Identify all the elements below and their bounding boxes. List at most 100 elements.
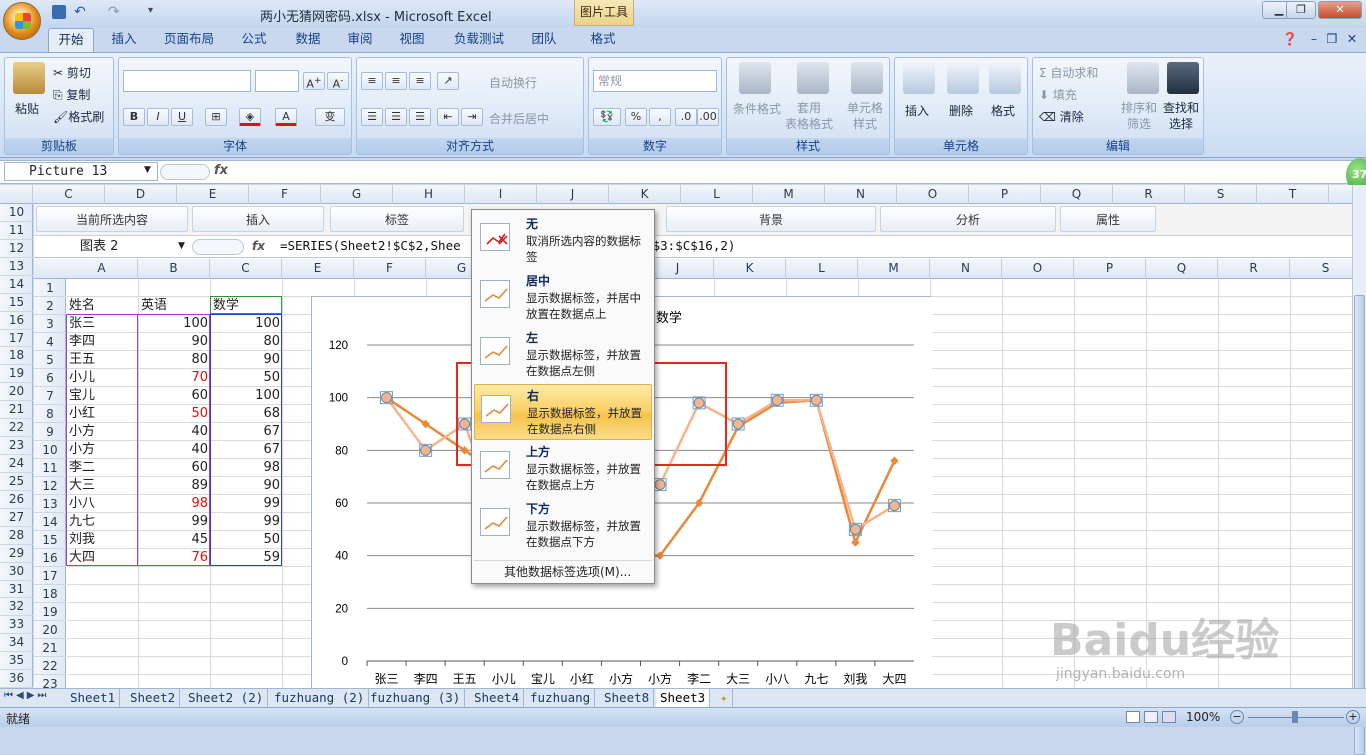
sheet-tab[interactable]: Sheet2 (126, 689, 181, 707)
row-header[interactable]: 27 (0, 509, 33, 527)
row-header[interactable]: 13 (0, 258, 33, 276)
inner-row-header[interactable]: 21 (34, 639, 66, 657)
border-icon[interactable]: ⊞ (205, 108, 227, 126)
column-header[interactable]: K (609, 185, 681, 204)
insert-sheet-icon[interactable]: ✦ (716, 689, 733, 707)
inner-row-header[interactable]: 22 (34, 657, 66, 675)
decrease-indent-icon[interactable]: ⇤ (437, 108, 459, 126)
row-header[interactable]: 16 (0, 312, 33, 330)
inner-column-header[interactable]: B (138, 259, 210, 279)
current-selection-group[interactable]: 当前所选内容 (36, 206, 188, 232)
grow-font-icon[interactable]: A+ (303, 72, 325, 91)
column-header[interactable]: O (897, 185, 969, 204)
inner-row-header[interactable]: 2 (34, 297, 66, 315)
sheet-tab[interactable]: fuzhuang (2) (270, 689, 370, 707)
column-header[interactable]: Q (1041, 185, 1113, 204)
column-header[interactable]: J (537, 185, 609, 204)
row-header[interactable]: 15 (0, 294, 33, 312)
sheet-tab[interactable]: Sheet1 (66, 689, 121, 707)
row-header[interactable]: 34 (0, 634, 33, 653)
background-group[interactable]: 背景 (666, 206, 876, 232)
tab-load-test[interactable]: 负载测试 (448, 28, 510, 52)
tab-format[interactable]: 格式 (580, 28, 626, 52)
column-header[interactable]: C (33, 185, 105, 204)
inner-row-header[interactable]: 10 (34, 441, 66, 459)
currency-icon[interactable]: 💱 (593, 108, 621, 126)
tab-view[interactable]: 视图 (392, 28, 432, 52)
align-bottom-icon[interactable]: ≡ (409, 72, 431, 90)
inner-row-header[interactable]: 3 (34, 315, 66, 333)
clear-button[interactable]: ⌫ 清除 (1039, 108, 1084, 125)
row-header[interactable]: 23 (0, 437, 33, 455)
inner-row-header[interactable]: 14 (34, 513, 66, 531)
column-header[interactable]: T (1257, 185, 1329, 204)
menu-item-center[interactable]: 居中 显示数据标签，并居中放置在数据点上 (474, 270, 652, 326)
series-marker[interactable] (654, 479, 666, 491)
phonetic-icon[interactable]: 变 (315, 108, 345, 126)
zoom-level[interactable]: 100% (1186, 710, 1220, 724)
inner-row-header[interactable]: 4 (34, 333, 66, 351)
row-header[interactable]: 32 (0, 598, 33, 617)
tab-page-layout[interactable]: 页面布局 (158, 28, 220, 52)
zoom-slider-thumb[interactable] (1292, 711, 1298, 723)
row-header[interactable]: 36 (0, 670, 33, 689)
insert-cells-button[interactable]: 插入 (905, 102, 929, 119)
tab-formulas[interactable]: 公式 (234, 28, 274, 52)
delete-cells-icon[interactable] (947, 62, 979, 94)
column-header[interactable]: M (753, 185, 825, 204)
copy-button[interactable]: ⎘ 复制 (53, 86, 90, 103)
fill-button[interactable]: ⬇ 填充 (1039, 86, 1077, 103)
inner-column-header[interactable]: C (210, 259, 282, 279)
column-header[interactable]: L (681, 185, 753, 204)
inner-column-header[interactable]: K (714, 259, 786, 279)
column-header[interactable]: P (969, 185, 1041, 204)
row-header[interactable]: 10 (0, 204, 33, 222)
inner-row-header[interactable]: 11 (34, 459, 66, 477)
header-name-cell[interactable]: 姓名 (69, 297, 95, 315)
inner-row-header[interactable]: 17 (34, 567, 66, 585)
inner-column-header[interactable]: L (786, 259, 858, 279)
inner-row-header[interactable]: 1 (34, 279, 66, 297)
menu-item-none[interactable]: 无取消所选内容的数据标签 (474, 213, 652, 269)
row-header[interactable]: 30 (0, 563, 33, 581)
insert-function-icon[interactable]: fx (214, 163, 228, 178)
inner-row-header[interactable]: 5 (34, 351, 66, 369)
shrink-font-icon[interactable]: A- (327, 72, 349, 91)
row-header[interactable]: 24 (0, 455, 33, 473)
series-marker[interactable] (849, 523, 861, 535)
inner-insert-function-icon[interactable]: fx (252, 239, 265, 253)
column-header[interactable]: H (393, 185, 465, 204)
inner-row-header[interactable]: 19 (34, 603, 66, 621)
labels-group[interactable]: 标签 (330, 206, 464, 232)
more-label-options[interactable]: 其他数据标签选项(M)... (474, 560, 652, 582)
row-header[interactable]: 14 (0, 276, 33, 294)
restore-button[interactable]: ❐ (1286, 1, 1316, 19)
vertical-scrollbar[interactable] (1352, 185, 1366, 755)
cut-button[interactable]: ✂ 剪切 (53, 64, 91, 81)
inner-column-header[interactable]: A (66, 259, 138, 279)
conditional-format-button[interactable]: 条件格式 (733, 100, 781, 117)
sheet-tab[interactable]: Sheet3 (656, 689, 711, 707)
scroll-thumb[interactable] (1354, 295, 1365, 755)
cell-styles-icon[interactable] (851, 62, 883, 94)
inner-row-header[interactable]: 15 (34, 531, 66, 549)
table-format-button[interactable]: 套用 表格格式 (785, 100, 833, 132)
format-cells-icon[interactable] (989, 62, 1021, 94)
menu-item-right[interactable]: 右显示数据标签，并放置在数据点右侧 (474, 384, 652, 440)
inner-row-header[interactable]: 7 (34, 387, 66, 405)
align-right-icon[interactable]: ☰ (409, 108, 431, 126)
align-center-icon[interactable]: ☰ (385, 108, 407, 126)
merge-center-button[interactable]: 合并后居中 (489, 110, 549, 127)
inner-row-header[interactable]: 18 (34, 585, 66, 603)
row-header[interactable]: 19 (0, 365, 33, 384)
series-marker[interactable] (771, 394, 783, 406)
format-cells-button[interactable]: 格式 (991, 102, 1015, 119)
sheet-tab[interactable]: fuzhuang (526, 689, 596, 707)
number-format-select[interactable]: 常规 (593, 70, 717, 92)
row-header[interactable]: 28 (0, 527, 33, 545)
column-header[interactable]: G (321, 185, 393, 204)
conditional-format-icon[interactable] (739, 62, 771, 94)
normal-view-icon[interactable] (1126, 711, 1140, 723)
sheet-nav-icon[interactable]: ⏮◀▶⏭ (4, 690, 49, 701)
inner-row-header[interactable]: 13 (34, 495, 66, 513)
